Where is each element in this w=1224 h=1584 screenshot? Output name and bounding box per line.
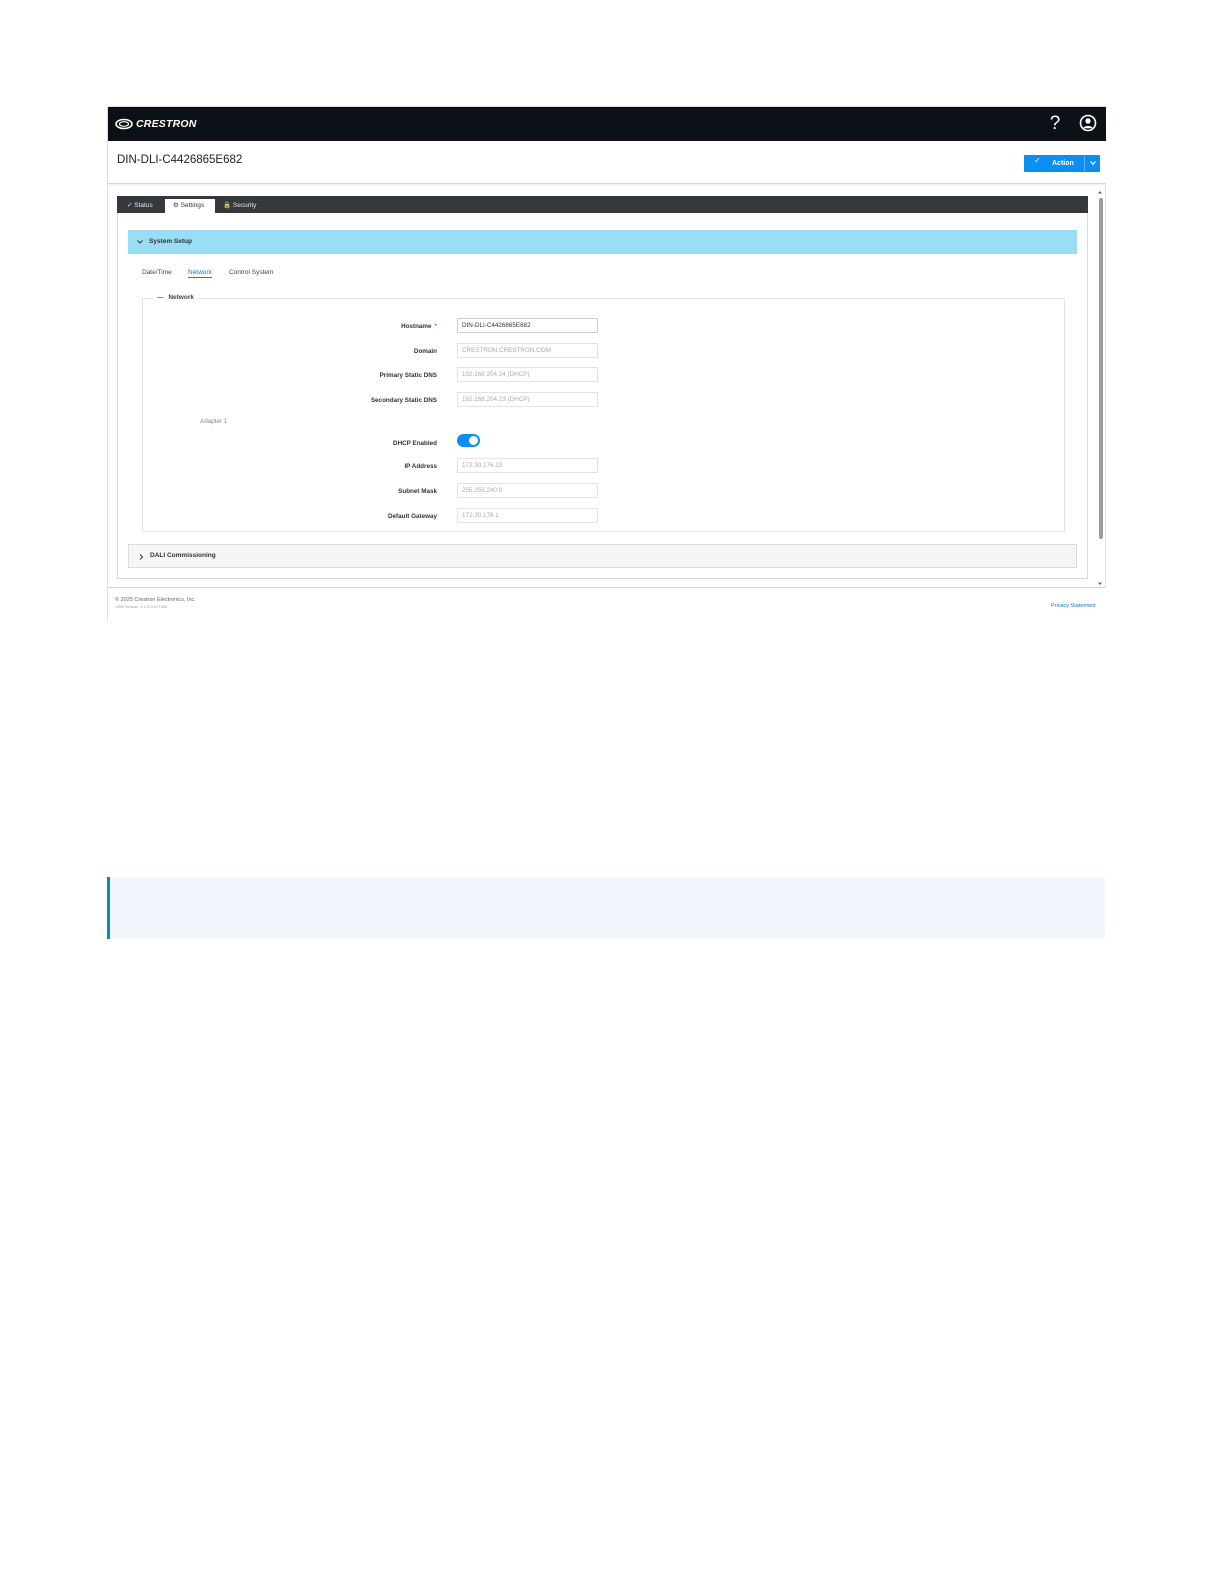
chevron-right-icon — [139, 554, 144, 560]
tab-settings-label: Settings — [180, 202, 205, 209]
network-legend[interactable]: — Network — [153, 294, 198, 301]
top-navigation-bar: CRESTRON ? — [108, 107, 1106, 141]
secondary-dns-input[interactable]: 192.168.204.23 (DHCP) — [457, 392, 598, 407]
domain-input[interactable]: CRESTRON.CRESTRON.COM — [457, 343, 598, 358]
chevron-down-icon — [137, 240, 143, 244]
default-gateway-label: Default Gateway — [388, 513, 437, 520]
version-text: CEM Version: 1.1.8.0.917304 — [115, 604, 168, 609]
tab-security[interactable]: 🔒 Security — [219, 199, 265, 213]
secondary-dns-label: Secondary Static DNS — [370, 397, 437, 404]
network-legend-label: Network — [168, 294, 194, 301]
subtab-control-system[interactable]: Control System — [229, 269, 273, 276]
tab-status-label: Status — [134, 202, 153, 209]
hostname-label-text: Hostname — [401, 323, 432, 330]
adapter-label: Adapter 1 — [200, 418, 228, 425]
dhcp-label: DHCP Enabled — [393, 440, 437, 447]
hostname-input[interactable]: DIN-DLI-C4426865E682 — [457, 318, 598, 333]
device-title-bar: DIN-DLI-C4426865E682 ✓ Action — [108, 141, 1106, 184]
action-divider — [1084, 156, 1085, 171]
lock-icon: 🔒 — [223, 202, 232, 209]
privacy-statement-link[interactable]: Privacy Statement — [1051, 603, 1096, 609]
subnet-mask-label: Subnet Mask — [398, 488, 437, 495]
tab-security-label: Security — [232, 202, 257, 209]
subtab-network[interactable]: Network — [188, 269, 212, 278]
network-fieldset: — Network Hostname * DIN-DLI-C4426865E682… — [142, 294, 1065, 532]
scrollbar-thumb[interactable] — [1099, 198, 1103, 539]
domain-label: Domain — [413, 348, 437, 355]
scroll-up-icon[interactable] — [1096, 189, 1104, 195]
check-icon: ✓ — [127, 202, 133, 209]
dhcp-toggle[interactable] — [457, 434, 480, 447]
chevron-down-icon[interactable] — [1088, 158, 1098, 168]
toggle-knob — [469, 436, 478, 445]
default-gateway-input[interactable]: 172.30.176.1 — [457, 508, 598, 523]
footer: © 2025 Crestron Electronics, Inc. CEM Ve… — [108, 587, 1106, 622]
tab-settings[interactable]: ⚙ Settings — [165, 199, 215, 213]
copyright-text: © 2025 Crestron Electronics, Inc. — [115, 597, 196, 603]
crestron-logo: CRESTRON — [115, 116, 197, 132]
hostname-label: Hostname * — [143, 323, 437, 330]
ip-address-label: IP Address — [404, 463, 437, 470]
system-setup-title: System Setup — [149, 238, 192, 245]
main-tabs: ✓ Status ⚙ Settings 🔒 Security — [117, 196, 1088, 213]
web-ui-screenshot: CRESTRON ? DIN-DLI-C4426865E682 ✓ Action… — [107, 106, 1106, 622]
collapse-icon: — — [157, 294, 164, 301]
check-icon: ✓ — [1034, 156, 1041, 165]
system-setup-accordion-header[interactable]: System Setup — [128, 230, 1077, 254]
brand-name: CRESTRON — [136, 118, 197, 130]
settings-tab-content: System Setup Date/Time Network Control S… — [117, 213, 1088, 579]
primary-dns-label: Primary Static DNS — [379, 372, 437, 379]
note-callout — [107, 877, 1105, 939]
action-label: Action — [1052, 159, 1074, 167]
content-panel: ✓ Status ⚙ Settings 🔒 Security System Se… — [108, 187, 1106, 587]
ip-address-input[interactable]: 172.30.176.33 — [457, 458, 598, 473]
subnet-mask-input[interactable]: 255.255.240.0 — [457, 483, 598, 498]
action-button[interactable]: ✓ Action — [1024, 155, 1100, 172]
dali-title: DALI Commissioning — [150, 552, 216, 559]
crestron-swirl-icon — [115, 118, 133, 130]
subtab-date-time[interactable]: Date/Time — [142, 269, 172, 276]
dali-accordion-header[interactable]: DALI Commissioning — [128, 544, 1077, 568]
tab-status[interactable]: ✓ Status — [123, 199, 165, 213]
gear-icon: ⚙ — [173, 202, 179, 209]
device-name: DIN-DLI-C4426865E682 — [117, 154, 243, 166]
primary-dns-input[interactable]: 192.168.204.24 (DHCP) — [457, 367, 598, 382]
help-icon[interactable]: ? — [1045, 113, 1065, 135]
required-marker: * — [434, 323, 437, 330]
user-circle-icon[interactable] — [1079, 114, 1097, 132]
